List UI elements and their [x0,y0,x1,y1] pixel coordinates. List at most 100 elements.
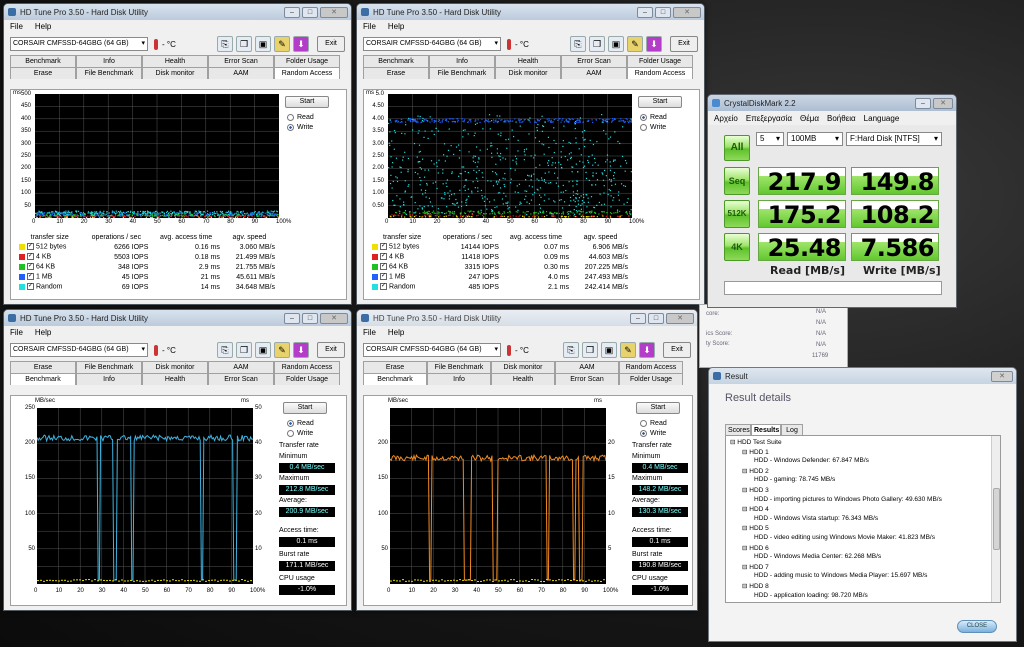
start-button[interactable]: Start [638,96,682,108]
tab-health[interactable]: Health [491,373,555,385]
copy-info-icon[interactable]: ⎘ [570,36,586,52]
options-icon[interactable]: ✎ [274,36,290,52]
menu-file[interactable]: Αρχείο [714,114,738,123]
tab-random-access[interactable]: Random Access [274,67,340,79]
series-checkbox[interactable]: ✓ [380,253,387,261]
series-checkbox[interactable]: ✓ [27,273,34,281]
tab-info[interactable]: Info [429,55,495,67]
read-radio[interactable]: Read [287,420,314,427]
series-checkbox[interactable]: ✓ [380,283,387,291]
tab-log[interactable]: Log [781,424,803,435]
tab-info[interactable]: Info [76,55,142,67]
options-icon[interactable]: ✎ [627,36,643,52]
start-button[interactable]: Start [636,402,680,414]
tab-error-scan[interactable]: Error Scan [208,55,274,67]
close-button[interactable]: ✕ [991,370,1013,382]
close-button[interactable]: ✕ [666,312,694,324]
drive-select[interactable]: CORSAIR CMFSSD-64GBG (64 GB) [363,37,501,51]
menu-theme[interactable]: Θέμα [800,114,819,123]
exit-button[interactable]: Exit [670,36,698,52]
tab-benchmark[interactable]: Benchmark [363,373,427,385]
save-icon[interactable]: ▣ [608,36,624,52]
series-checkbox[interactable]: ✓ [27,253,34,261]
menu-help[interactable]: Help [388,22,404,31]
drive-select[interactable]: CORSAIR CMFSSD-64GBG (64 GB) [10,343,148,357]
copy-info-icon[interactable]: ⎘ [217,342,233,358]
minimize-button[interactable]: – [637,6,653,18]
all-button[interactable]: All [724,135,750,161]
maximize-button[interactable]: □ [302,6,318,18]
minimize-button[interactable]: – [630,312,646,324]
tab-results[interactable]: Results [751,424,781,435]
series-checkbox[interactable]: ✓ [27,243,34,251]
tab-erase[interactable]: Erase [10,67,76,79]
menu-help[interactable]: Βοήθεια [827,114,856,123]
save-icon[interactable]: ▣ [255,36,271,52]
menu-help[interactable]: Help [388,328,404,337]
tab-file-benchmark[interactable]: File Benchmark [76,67,142,79]
menu-file[interactable]: File [363,328,376,337]
menu-help[interactable]: Help [35,22,51,31]
tab-aam[interactable]: AAM [555,361,619,373]
save-icon[interactable]: ▣ [601,342,617,358]
tab-info[interactable]: Info [76,373,142,385]
tab-erase[interactable]: Erase [363,67,429,79]
read-radio[interactable]: Read [640,420,667,427]
tab-aam[interactable]: AAM [208,67,274,79]
exit-button[interactable]: Exit [317,342,345,358]
tab-folder-usage[interactable]: Folder Usage [274,55,340,67]
tab-health[interactable]: Health [142,55,208,67]
test-size-select[interactable]: 100MB [787,132,843,146]
maximize-button[interactable]: □ [302,312,318,324]
read-radio[interactable]: Read [640,114,667,121]
write-radio[interactable]: Write [640,124,666,131]
minimize-button[interactable]: – [284,312,300,324]
tab-error-scan[interactable]: Error Scan [561,55,627,67]
tab-random-access[interactable]: Random Access [627,67,693,79]
copy-info-icon[interactable]: ⎘ [217,36,233,52]
maximize-button[interactable]: □ [648,312,664,324]
512k-button[interactable]: 512K [724,200,750,228]
exit-button[interactable]: Exit [317,36,345,52]
write-radio[interactable]: Write [287,124,313,131]
tab-error-scan[interactable]: Error Scan [208,373,274,385]
tab-error-scan[interactable]: Error Scan [555,373,619,385]
copy-text-icon[interactable]: ❐ [589,36,605,52]
minimize-button[interactable]: – [284,6,300,18]
tab-folder-usage[interactable]: Folder Usage [627,55,693,67]
maximize-button[interactable]: □ [655,6,671,18]
drive-select[interactable]: F:Hard Disk [NTFS] [846,132,942,146]
read-radio[interactable]: Read [287,114,314,121]
copy-text-icon[interactable]: ❐ [236,36,252,52]
close-dialog-button[interactable]: CLOSE [957,620,997,633]
options-icon[interactable]: ✎ [620,342,636,358]
menu-language[interactable]: Language [864,114,900,123]
tab-erase[interactable]: Erase [363,361,427,373]
tab-info[interactable]: Info [427,373,491,385]
drive-select[interactable]: CORSAIR CMFSSD-64GBG (64 GB) [363,343,501,357]
drive-select[interactable]: CORSAIR CMFSSD-64GBG (64 GB) [10,37,148,51]
test-count-select[interactable]: 5 [756,132,784,146]
series-checkbox[interactable]: ✓ [27,263,34,271]
close-button[interactable]: ✕ [320,312,348,324]
tab-erase[interactable]: Erase [10,361,76,373]
tab-disk-monitor[interactable]: Disk monitor [491,361,555,373]
minimize-button[interactable]: – [915,97,931,109]
menu-help[interactable]: Help [35,328,51,337]
tab-aam[interactable]: AAM [561,67,627,79]
menu-file[interactable]: File [10,22,23,31]
tab-benchmark[interactable]: Benchmark [10,55,76,67]
tab-benchmark[interactable]: Benchmark [10,373,76,385]
tab-disk-monitor[interactable]: Disk monitor [142,67,208,79]
tab-aam[interactable]: AAM [208,361,274,373]
copy-text-icon[interactable]: ❐ [582,342,598,358]
tab-health[interactable]: Health [142,373,208,385]
tab-file-benchmark[interactable]: File Benchmark [76,361,142,373]
menu-edit[interactable]: Επεξεργασία [746,114,792,123]
tab-folder-usage[interactable]: Folder Usage [619,373,683,385]
write-radio[interactable]: Write [640,430,666,437]
comment-field[interactable] [724,281,942,295]
tab-file-benchmark[interactable]: File Benchmark [429,67,495,79]
close-button[interactable]: ✕ [320,6,348,18]
save-icon[interactable]: ▣ [255,342,271,358]
